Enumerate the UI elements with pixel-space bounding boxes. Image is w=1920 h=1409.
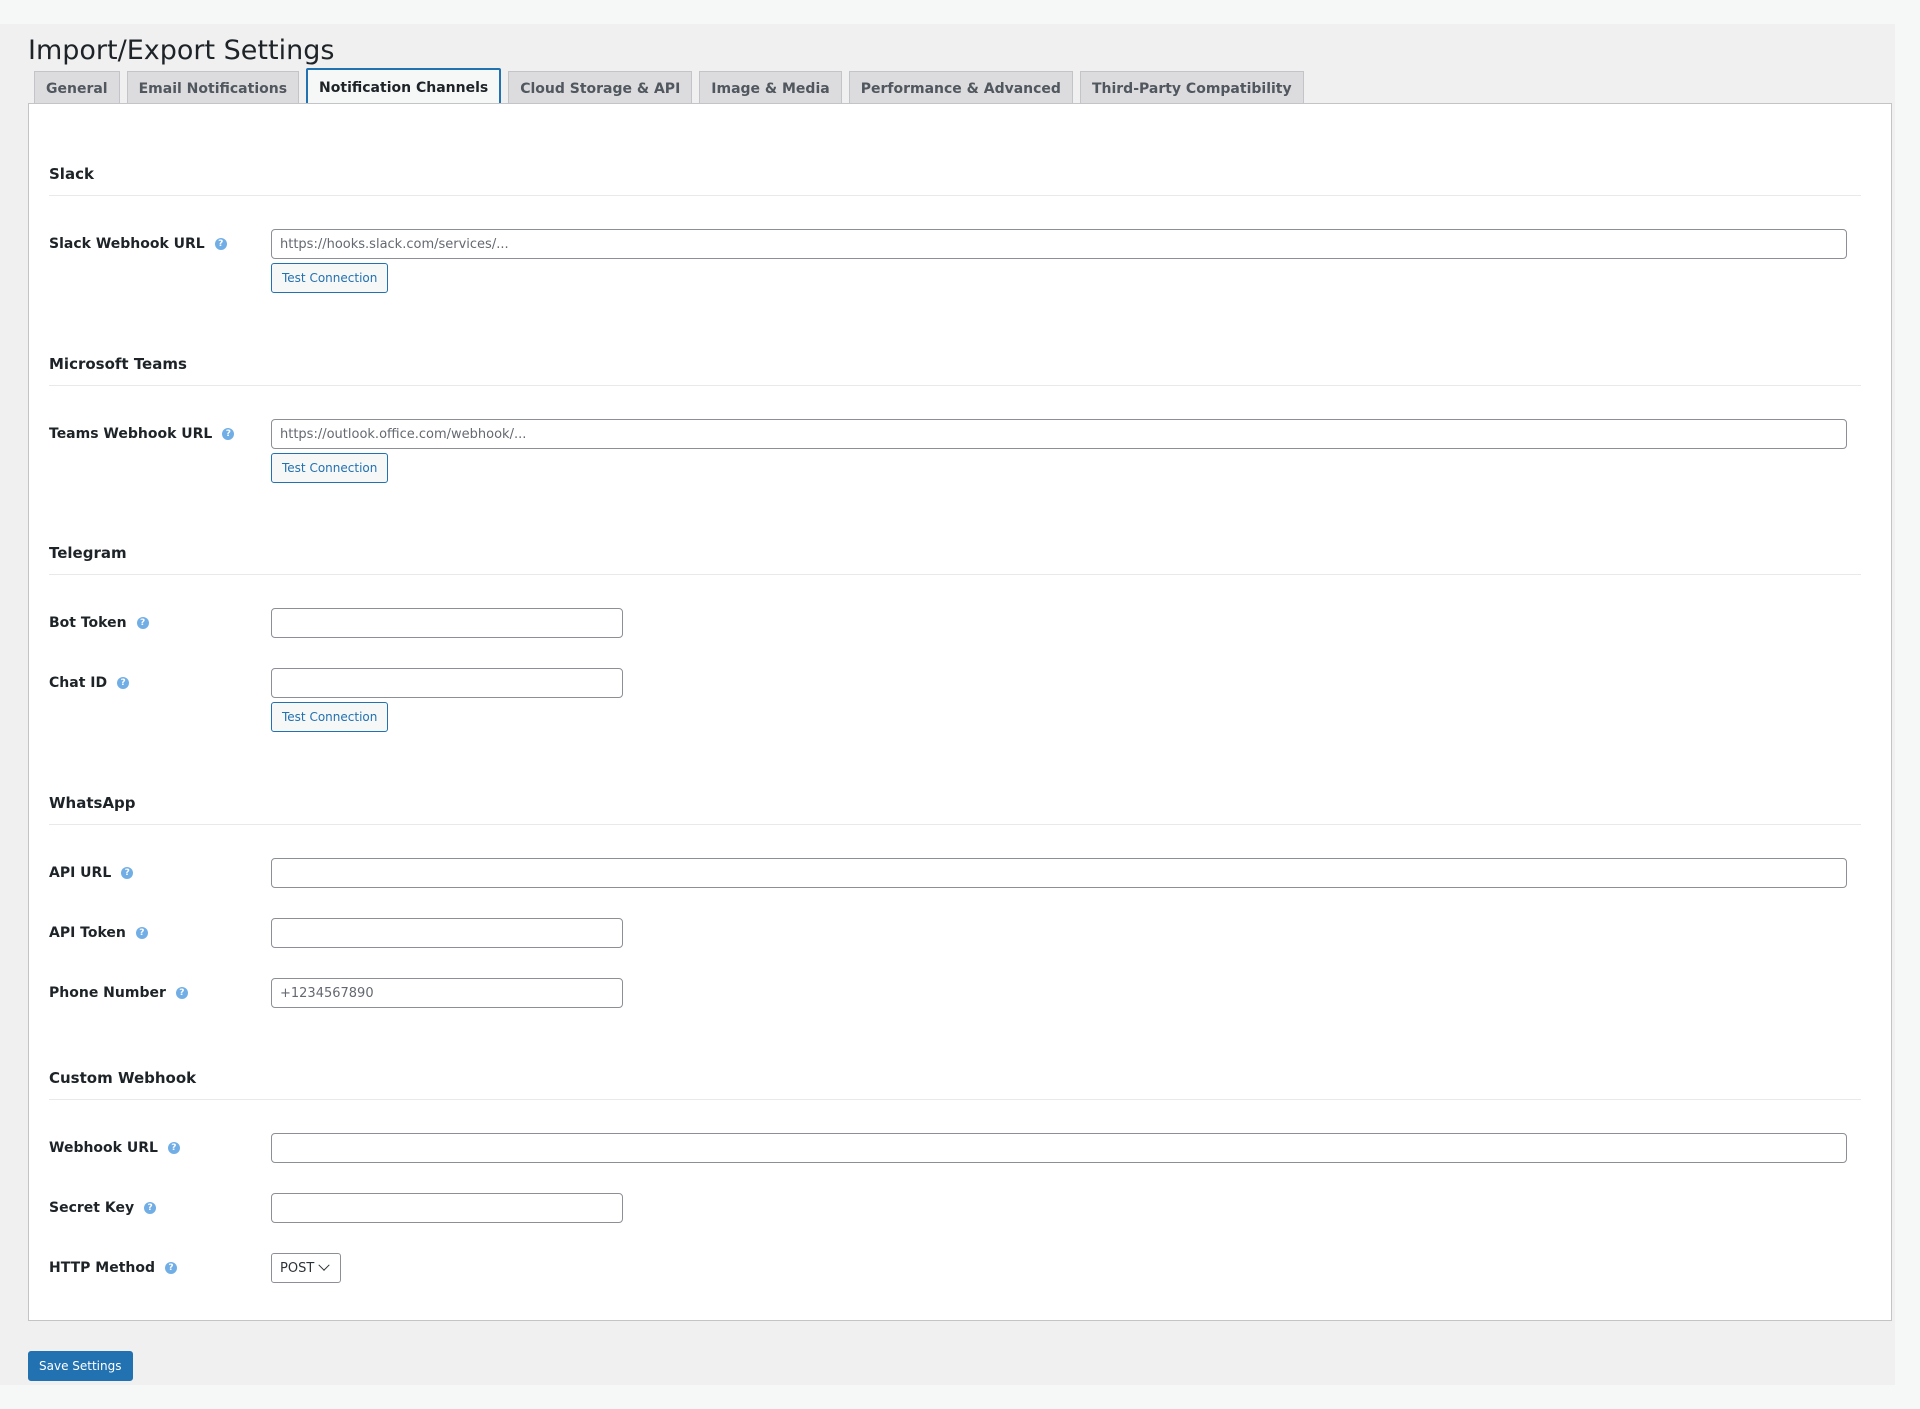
webhook-url-label: Webhook URL ?: [49, 1138, 180, 1158]
teams-webhook-label: Teams Webhook URL ?: [49, 424, 235, 444]
chat-id-input[interactable]: [271, 668, 623, 698]
teams-webhook-input[interactable]: [271, 419, 1847, 449]
label-text: Bot Token: [49, 615, 127, 631]
webhook-url-input[interactable]: [271, 1133, 1847, 1163]
phone-number-label: Phone Number ?: [49, 983, 188, 1003]
tab-cloud-storage-api[interactable]: Cloud Storage & API: [508, 71, 693, 107]
label-text: HTTP Method: [49, 1260, 155, 1276]
settings-tabs: General Email Notifications Notification…: [34, 68, 1304, 108]
save-settings-button[interactable]: Save Settings: [28, 1351, 133, 1381]
tab-performance-advanced[interactable]: Performance & Advanced: [848, 71, 1073, 107]
label-text: Teams Webhook URL: [49, 426, 213, 442]
slack-test-connection-button[interactable]: Test Connection: [271, 263, 389, 293]
section-title-slack: Slack: [49, 165, 94, 183]
slack-webhook-label: Slack Webhook URL ?: [49, 234, 227, 254]
section-title-custom-webhook: Custom Webhook: [49, 1069, 197, 1087]
tab-notification-channels[interactable]: Notification Channels: [306, 68, 502, 108]
http-method-value: POST: [280, 1260, 315, 1276]
section-title-teams: Microsoft Teams: [49, 355, 187, 373]
help-icon[interactable]: ?: [167, 1142, 180, 1154]
section-divider: [49, 385, 1861, 386]
help-icon[interactable]: ?: [214, 238, 227, 250]
help-icon[interactable]: ?: [144, 1202, 157, 1214]
section-divider: [49, 574, 1861, 575]
api-token-label: API Token ?: [49, 923, 148, 943]
label-text: API URL: [49, 865, 112, 881]
label-text: Webhook URL: [49, 1140, 158, 1156]
section-divider: [49, 824, 1861, 825]
section-title-telegram: Telegram: [49, 544, 127, 562]
settings-wrap: Import/Export Settings General Email Not…: [0, 24, 1895, 1385]
bot-token-label: Bot Token ?: [49, 613, 149, 633]
help-icon[interactable]: ?: [222, 428, 235, 440]
help-icon[interactable]: ?: [121, 867, 134, 879]
api-url-label: API URL ?: [49, 863, 134, 883]
phone-number-input[interactable]: [271, 978, 623, 1008]
help-icon[interactable]: ?: [135, 927, 148, 939]
slack-webhook-input[interactable]: [271, 229, 1847, 259]
tab-email-notifications[interactable]: Email Notifications: [126, 71, 300, 107]
secret-key-label: Secret Key ?: [49, 1198, 157, 1218]
label-text: API Token: [49, 925, 126, 941]
tab-image-media[interactable]: Image & Media: [699, 71, 842, 107]
label-text: Slack Webhook URL: [49, 236, 205, 252]
telegram-test-connection-button[interactable]: Test Connection: [271, 702, 389, 732]
help-icon[interactable]: ?: [136, 617, 149, 629]
label-text: Chat ID: [49, 675, 108, 691]
label-text: Phone Number: [49, 985, 166, 1001]
http-method-label: HTTP Method ?: [49, 1258, 177, 1278]
teams-test-connection-button[interactable]: Test Connection: [271, 453, 389, 483]
secret-key-input[interactable]: [271, 1193, 623, 1223]
section-divider: [49, 195, 1861, 196]
section-title-whatsapp: WhatsApp: [49, 794, 136, 812]
tab-third-party-compatibility[interactable]: Third-Party Compatibility: [1079, 71, 1304, 107]
api-url-input[interactable]: [271, 858, 1847, 888]
chevron-down-icon: [318, 1259, 330, 1271]
help-icon[interactable]: ?: [165, 1262, 177, 1274]
help-icon[interactable]: ?: [117, 677, 130, 689]
chat-id-label: Chat ID ?: [49, 673, 130, 693]
section-divider: [49, 1099, 1861, 1100]
label-text: Secret Key: [49, 1200, 135, 1216]
settings-panel: Slack Slack Webhook URL ? Test Connectio…: [28, 103, 1892, 1321]
tab-general[interactable]: General: [34, 71, 120, 107]
bot-token-input[interactable]: [271, 608, 623, 638]
help-icon[interactable]: ?: [175, 987, 188, 999]
api-token-input[interactable]: [271, 918, 623, 948]
http-method-select[interactable]: POST: [271, 1253, 341, 1283]
